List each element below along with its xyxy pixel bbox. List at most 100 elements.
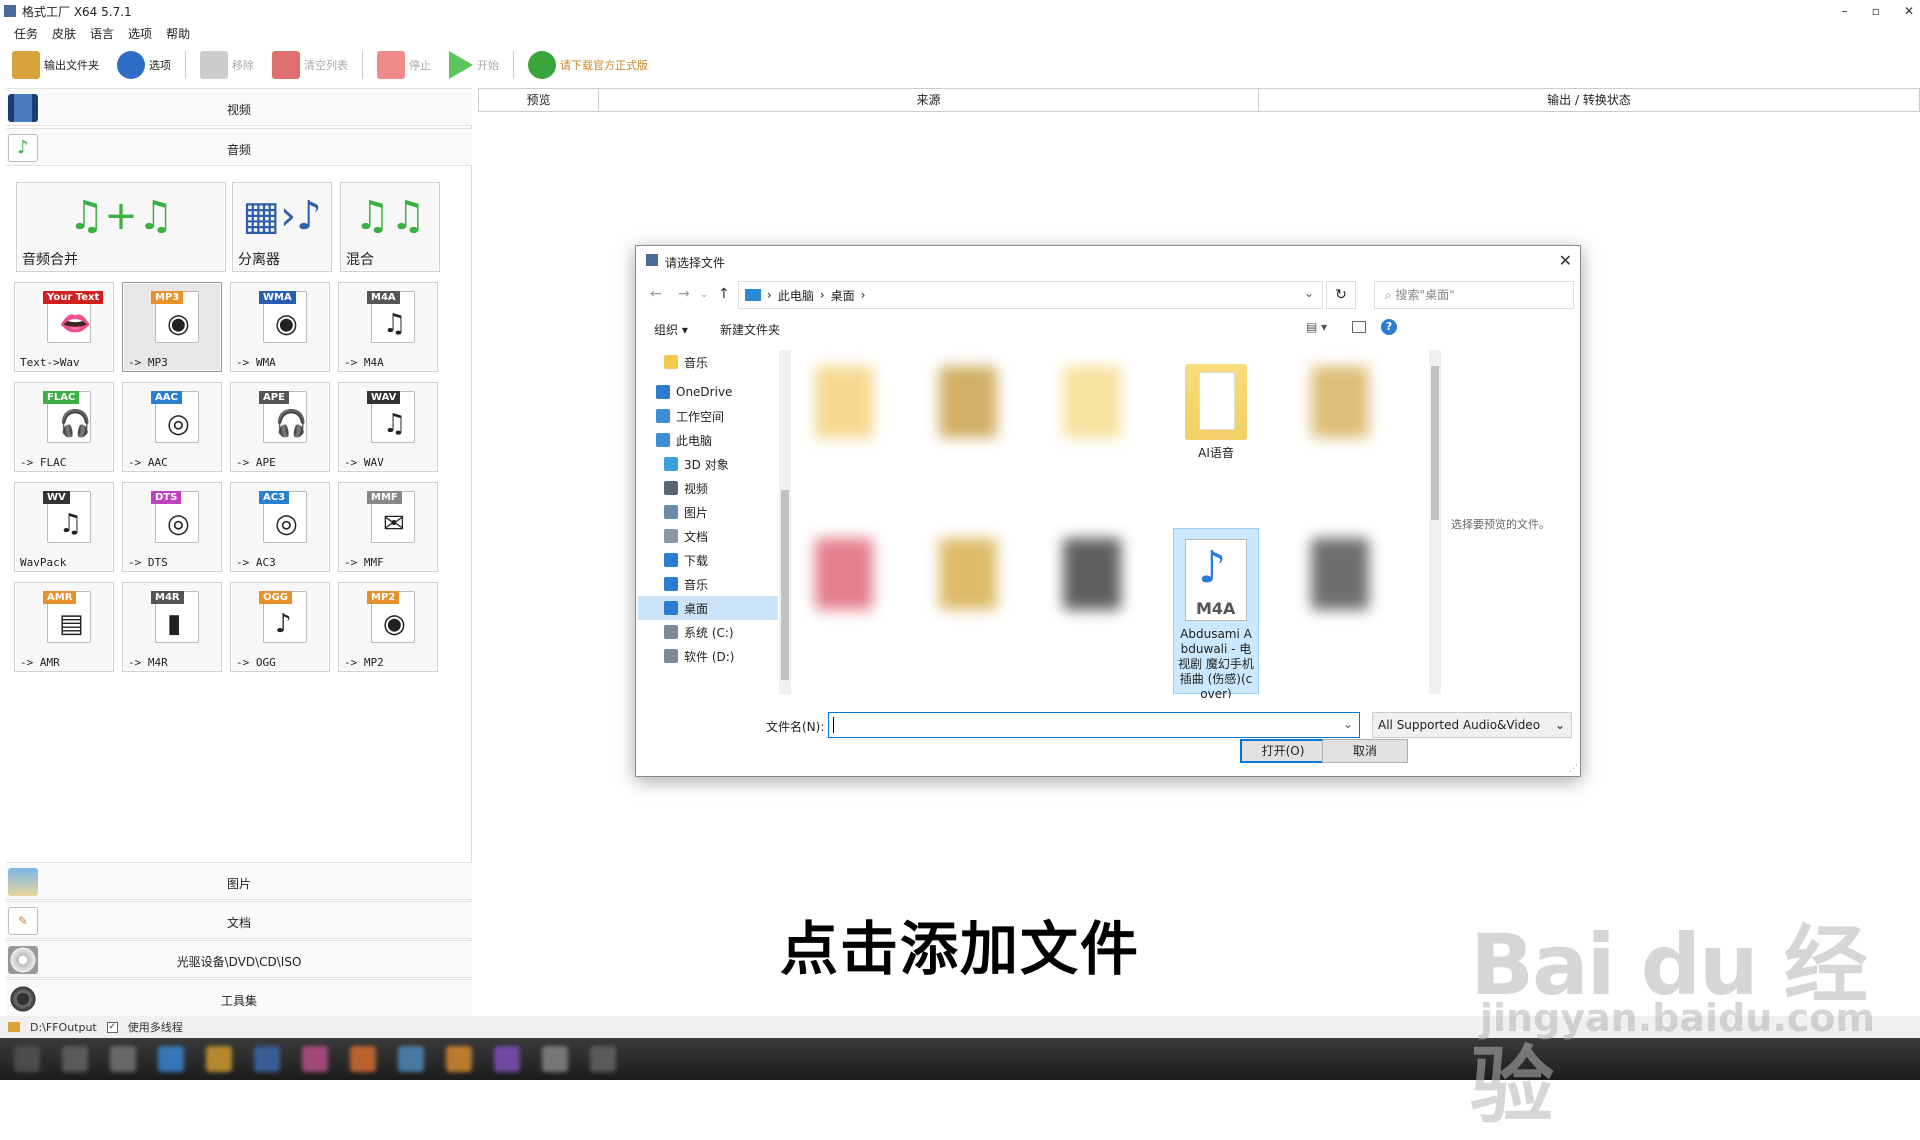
breadcrumb-desktop[interactable]: 桌面: [831, 287, 855, 304]
taskbar-app-icon[interactable]: [590, 1046, 616, 1072]
tile-5[interactable]: AAC ◎ -> AAC: [122, 382, 222, 472]
new-folder-button[interactable]: 新建文件夹: [720, 321, 780, 338]
taskbar-app-icon[interactable]: [158, 1046, 184, 1072]
tile-9[interactable]: DTS ◎ -> DTS: [122, 482, 222, 572]
filename-input[interactable]: ⌄: [828, 712, 1360, 738]
taskbar-app-icon[interactable]: [254, 1046, 280, 1072]
nav-item-1[interactable]: OneDrive: [638, 380, 778, 404]
category-audio[interactable]: ♪ 音频: [6, 128, 472, 166]
toolbar-button-0[interactable]: 输出文件夹: [8, 48, 103, 82]
toolbar-button-2[interactable]: 移除: [196, 48, 258, 82]
category-video[interactable]: 视频: [6, 88, 472, 126]
view-options-icon[interactable]: ▤ ▾: [1306, 320, 1336, 336]
toolbar-button-5[interactable]: 开始: [445, 48, 503, 82]
column-output-status[interactable]: 输出 / 转换状态: [1259, 89, 1919, 111]
search-box[interactable]: ⌕ 搜索"桌面": [1374, 281, 1574, 309]
taskbar-app-icon[interactable]: [206, 1046, 232, 1072]
nav-item-9[interactable]: 音乐: [638, 572, 778, 596]
column-source[interactable]: 来源: [599, 89, 1259, 111]
organize-button[interactable]: 组织 ▾: [654, 321, 688, 338]
taskbar-app-icon[interactable]: [446, 1046, 472, 1072]
open-button[interactable]: 打开(O): [1240, 739, 1326, 763]
filename-dropdown-icon[interactable]: ⌄: [1343, 717, 1353, 731]
forward-arrow-icon[interactable]: →: [678, 286, 690, 302]
tile-6[interactable]: APE 🎧 -> APE: [230, 382, 330, 472]
tile-7[interactable]: WAV ♫ -> WAV: [338, 382, 438, 472]
taskbar-app-icon[interactable]: [14, 1046, 40, 1072]
taskbar-app-icon[interactable]: [398, 1046, 424, 1072]
tile-10[interactable]: AC3 ◎ -> AC3: [230, 482, 330, 572]
refresh-icon[interactable]: ↻: [1326, 281, 1356, 309]
nav-item-10[interactable]: 桌面: [638, 596, 778, 620]
taskbar-app-icon[interactable]: [350, 1046, 376, 1072]
toolbar-button-3[interactable]: 清空列表: [268, 48, 352, 82]
menu-options[interactable]: 选项: [128, 25, 152, 42]
taskbar-app-icon[interactable]: [302, 1046, 328, 1072]
up-arrow-icon[interactable]: ↑: [718, 286, 730, 302]
category-picture[interactable]: 图片: [6, 862, 472, 900]
taskbar-app-icon[interactable]: [110, 1046, 136, 1072]
cancel-button[interactable]: 取消: [1322, 739, 1408, 763]
column-preview[interactable]: 预览: [479, 89, 599, 111]
taskbar-app-icon[interactable]: [542, 1046, 568, 1072]
menu-skin[interactable]: 皮肤: [52, 25, 76, 42]
back-arrow-icon[interactable]: ←: [650, 286, 662, 302]
nav-item-3[interactable]: 此电脑: [638, 428, 778, 452]
file-item-7[interactable]: [1049, 528, 1135, 696]
taskbar-app-icon[interactable]: [62, 1046, 88, 1072]
file-item-6[interactable]: [925, 528, 1011, 696]
file-item-3[interactable]: AI语音: [1173, 356, 1259, 476]
recent-chevron-icon[interactable]: ⌄: [700, 289, 708, 300]
nav-item-12[interactable]: 软件 (D:): [638, 644, 778, 668]
tile-3[interactable]: M4A ♫ -> M4A: [338, 282, 438, 372]
file-item-2[interactable]: [1049, 356, 1135, 476]
file-item-5[interactable]: [801, 528, 887, 696]
file-item-1[interactable]: [925, 356, 1011, 476]
address-bar[interactable]: › 此电脑 › 桌面 › ⌄: [738, 281, 1323, 309]
tile-1[interactable]: MP3 ◉ -> MP3: [122, 282, 222, 372]
nav-item-6[interactable]: 图片: [638, 500, 778, 524]
tile-0[interactable]: Your Text 👄 Text->Wav: [14, 282, 114, 372]
taskbar-app-icon[interactable]: [494, 1046, 520, 1072]
resize-grip-icon[interactable]: ⋰: [1569, 764, 1578, 774]
nav-item-4[interactable]: 3D 对象: [638, 452, 778, 476]
tile-14[interactable]: OGG ♪ -> OGG: [230, 582, 330, 672]
tile-big-1[interactable]: ▦›♪ 分离器: [232, 182, 332, 272]
address-dropdown-icon[interactable]: ⌄: [1304, 286, 1314, 300]
file-item-4[interactable]: [1297, 356, 1383, 476]
nav-item-0[interactable]: 音乐: [638, 350, 778, 374]
file-scrollbar-thumb[interactable]: [1431, 366, 1439, 520]
minimize-button[interactable]: –: [1842, 4, 1848, 18]
breadcrumb-this-pc[interactable]: 此电脑: [778, 287, 814, 304]
file-item-8[interactable]: ♪ M4A Abdusami Abduwali - 电视剧 魔幻手机插曲 (伤感)(…: [1173, 528, 1259, 698]
menu-language[interactable]: 语言: [90, 25, 114, 42]
preview-pane-icon[interactable]: [1352, 321, 1366, 333]
dialog-close-icon[interactable]: ✕: [1559, 251, 1572, 270]
tile-12[interactable]: AMR ▤ -> AMR: [14, 582, 114, 672]
nav-item-5[interactable]: 视频: [638, 476, 778, 500]
nav-item-2[interactable]: 工作空间: [638, 404, 778, 428]
nav-item-8[interactable]: 下载: [638, 548, 778, 572]
output-path[interactable]: D:\FFOutput: [30, 1021, 97, 1034]
tile-4[interactable]: FLAC 🎧 -> FLAC: [14, 382, 114, 472]
nav-item-11[interactable]: 系统 (C:): [638, 620, 778, 644]
file-type-filter[interactable]: All Supported Audio&Video ⌄: [1372, 712, 1572, 738]
tile-big-2[interactable]: ♫♫ 混合: [340, 182, 440, 272]
help-icon[interactable]: ?: [1381, 319, 1397, 335]
toolbar-button-4[interactable]: 停止: [373, 48, 435, 82]
nav-scrollbar-thumb[interactable]: [781, 490, 789, 680]
tile-big-0[interactable]: ♫+♫ 音频合并: [16, 182, 226, 272]
nav-item-7[interactable]: 文档: [638, 524, 778, 548]
tile-2[interactable]: WMA ◉ -> WMA: [230, 282, 330, 372]
nav-scrollbar[interactable]: [779, 350, 791, 694]
toolbar-button-6[interactable]: 请下载官方正式版: [524, 48, 652, 82]
tile-8[interactable]: WV ♫ WavPack: [14, 482, 114, 572]
tile-13[interactable]: M4R ▮ -> M4R: [122, 582, 222, 672]
toolbar-button-1[interactable]: 选项: [113, 48, 175, 82]
menu-help[interactable]: 帮助: [166, 25, 190, 42]
close-button[interactable]: ✕: [1904, 4, 1914, 18]
file-scrollbar[interactable]: [1429, 350, 1441, 694]
tile-15[interactable]: MP2 ◉ -> MP2: [338, 582, 438, 672]
restore-button[interactable]: ▫: [1872, 4, 1880, 18]
file-item-9[interactable]: [1297, 528, 1383, 696]
